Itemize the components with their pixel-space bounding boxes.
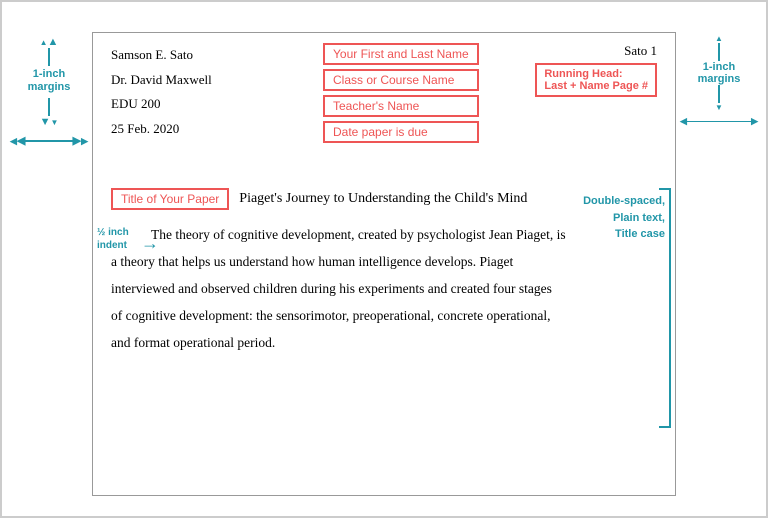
teal-bracket <box>659 188 671 428</box>
page-container: ▲ 1-inch margins ▼ ◀ ▶ ▲ 1-inch margins … <box>0 0 768 518</box>
body-line-3: interviewed and observed children during… <box>111 281 552 296</box>
body-line-5: and format operational period. <box>111 335 275 350</box>
course-annotation-box: Class or Course Name <box>323 69 479 91</box>
teacher-annotation-box: Teacher's Name <box>323 95 479 117</box>
info-annotations: Your First and Last Name Class or Course… <box>323 43 479 143</box>
name-annotation-box: Your First and Last Name <box>323 43 479 65</box>
left-margin-label: 1-inch margins <box>28 68 71 94</box>
indent-annotation: ½ inch indent <box>97 226 129 252</box>
running-head-box: Running Head: Last + Name Page # <box>535 63 657 97</box>
paper-title: Piaget's Journey to Understanding the Ch… <box>239 191 527 207</box>
up-arrow-icon: ▲ <box>40 36 59 48</box>
professor-name: Dr. David Maxwell <box>111 68 212 93</box>
title-annotation-box: Title of Your Paper <box>111 188 229 210</box>
down-arrow-icon: ▼ <box>40 116 59 128</box>
indent-arrow-icon: → <box>141 233 159 254</box>
course-name: EDU 200 <box>111 92 212 117</box>
body-line-2: a theory that helps us understand how hu… <box>111 254 513 269</box>
paper-document: Samson E. Sato Dr. David Maxwell EDU 200… <box>92 32 676 496</box>
paper-date: 25 Feb. 2020 <box>111 117 212 142</box>
body-paragraph: The theory of cognitive development, cre… <box>111 221 657 356</box>
author-name: Samson E. Sato <box>111 43 212 68</box>
left-margin-annotation: ▲ 1-inch margins ▼ ◀ ▶ <box>10 34 88 147</box>
right-margin-annotation: ▲ 1-inch margins ▼ ◀ ▶ <box>680 34 758 127</box>
running-head-value: Last + Name Page # <box>544 80 648 92</box>
page-number: Sato 1 <box>535 43 657 59</box>
date-annotation-box: Date paper is due <box>323 121 479 143</box>
right-arrowhead-icon: ▶ <box>73 134 88 147</box>
top-right-info: Sato 1 Running Head: Last + Name Page # <box>535 43 657 97</box>
running-head-label: Running Head: <box>544 68 622 80</box>
left-arrowhead-icon: ◀ <box>10 134 25 147</box>
author-info: Samson E. Sato Dr. David Maxwell EDU 200… <box>111 43 212 142</box>
paper-body: The theory of cognitive development, cre… <box>111 221 657 356</box>
body-line-1: The theory of cognitive development, cre… <box>151 227 566 242</box>
body-line-4: of cognitive development: the sensorimot… <box>111 308 551 323</box>
right-margin-label: 1-inch margins <box>698 61 741 85</box>
